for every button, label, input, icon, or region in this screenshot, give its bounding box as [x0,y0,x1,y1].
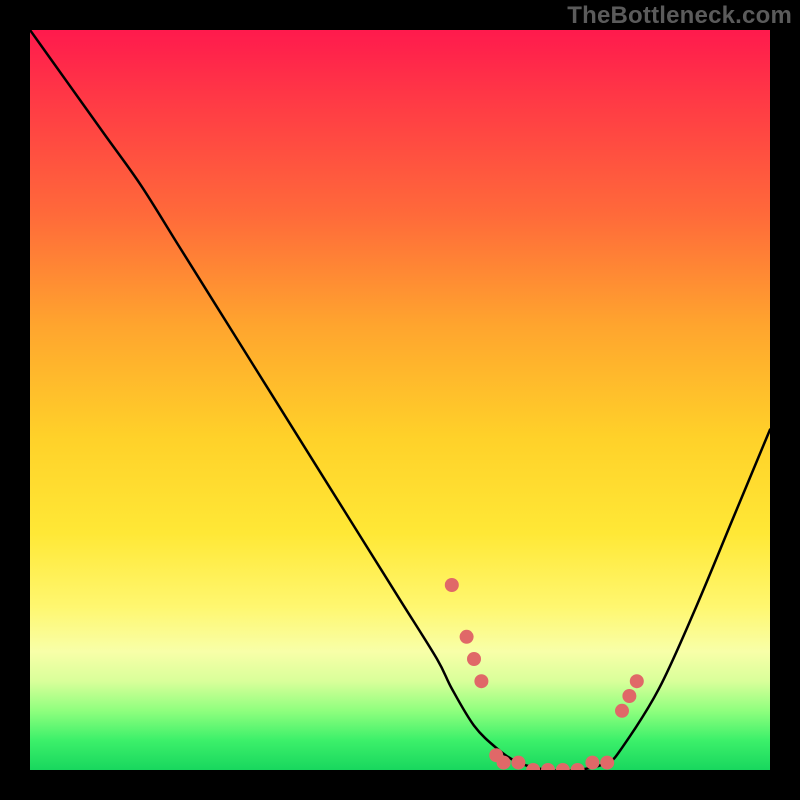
data-marker [511,756,525,770]
data-marker [630,674,644,688]
data-marker [467,652,481,666]
data-marker [585,756,599,770]
data-marker [526,763,540,770]
data-marker [571,763,585,770]
bottleneck-curve [30,30,770,770]
data-marker [615,704,629,718]
watermark-text: TheBottleneck.com [567,2,792,30]
data-marker [460,630,474,644]
data-markers [445,578,644,770]
chart-svg [30,30,770,770]
data-marker [600,756,614,770]
data-marker [541,763,555,770]
data-marker [497,756,511,770]
plot-area [30,30,770,770]
data-marker [474,674,488,688]
chart-frame: TheBottleneck.com [0,0,800,800]
data-marker [556,763,570,770]
data-marker [445,578,459,592]
data-marker [622,689,636,703]
